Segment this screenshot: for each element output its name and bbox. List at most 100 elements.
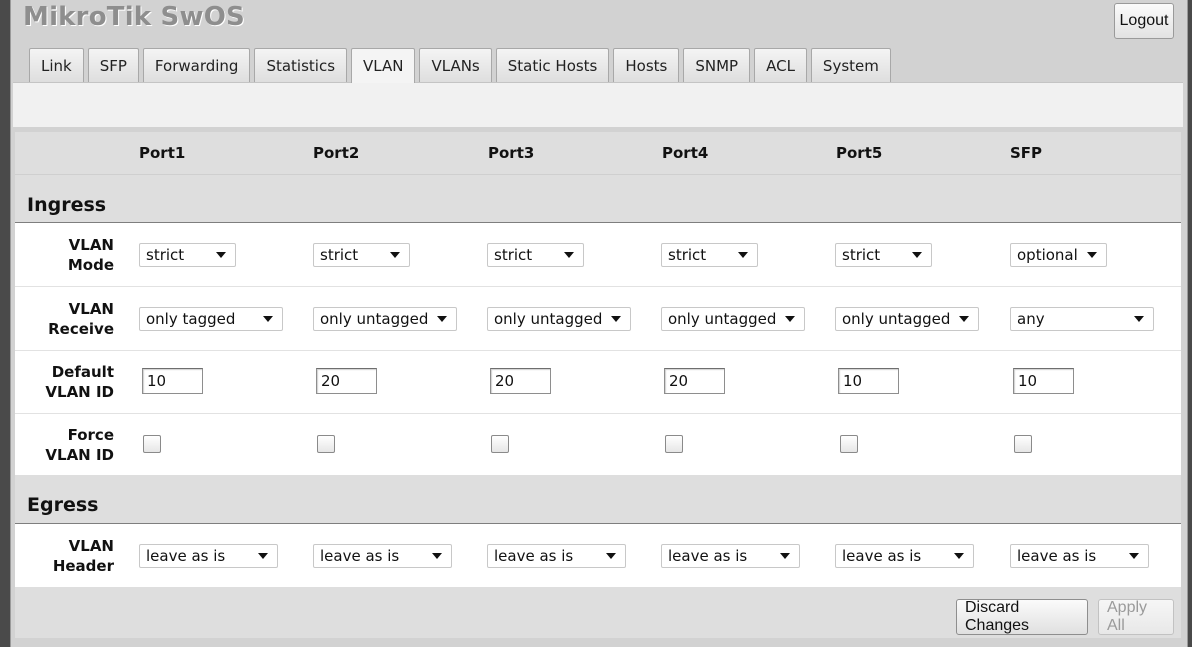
row-vlan-header: VLAN Header leave as is leave as is leav…	[15, 524, 1181, 587]
vlan-header-select-port4[interactable]: leave as is	[661, 544, 800, 568]
vlan-mode-label-line2: Mode	[67, 256, 114, 274]
default-vlan-id-label-line1: Default	[51, 363, 114, 381]
vlan-mode-label-line1: VLAN	[68, 236, 114, 254]
column-header-port5: Port5	[836, 144, 883, 162]
tab-statistics[interactable]: Statistics	[254, 48, 348, 82]
tab-link[interactable]: Link	[29, 48, 84, 82]
vlan-receive-value: only untagged	[842, 310, 951, 328]
force-vlan-id-checkbox-port4[interactable]	[665, 435, 683, 453]
vlan-receive-select-port2[interactable]: only untagged	[313, 307, 457, 331]
chevron-down-icon	[390, 252, 400, 258]
vlan-header-select-port1[interactable]: leave as is	[139, 544, 278, 568]
default-vlan-id-input-sfp[interactable]: 10	[1013, 368, 1074, 394]
vlan-header-label-line2: Header	[52, 557, 114, 575]
default-vlan-id-input-port4[interactable]: 20	[664, 368, 725, 394]
chevron-down-icon	[432, 553, 442, 559]
vlan-mode-select-port5[interactable]: strict	[835, 243, 932, 267]
vlan-receive-select-port4[interactable]: only untagged	[661, 307, 805, 331]
vlan-header-value: leave as is	[1017, 547, 1097, 565]
default-vlan-id-input-port1[interactable]: 10	[142, 368, 203, 394]
vlan-mode-value: strict	[320, 246, 359, 264]
vlan-header-label: VLAN Header	[4, 536, 114, 576]
toolbar-area	[13, 82, 1183, 127]
tab-sfp[interactable]: SFP	[87, 48, 139, 82]
vlan-header-select-port5[interactable]: leave as is	[835, 544, 974, 568]
chevron-down-icon	[954, 553, 964, 559]
chevron-down-icon	[1134, 316, 1144, 322]
vlan-header-label-line1: VLAN	[68, 537, 114, 555]
default-vlan-id-input-port3[interactable]: 20	[490, 368, 551, 394]
column-header-port1: Port1	[139, 144, 186, 162]
section-title-egress: Egress	[27, 494, 99, 516]
apply-all-button[interactable]: Apply All	[1098, 599, 1174, 635]
vlan-mode-select-port4[interactable]: strict	[661, 243, 758, 267]
default-vlan-id-input-port5[interactable]: 10	[838, 368, 899, 394]
vlan-receive-label-line2: Receive	[48, 320, 114, 338]
chevron-down-icon	[912, 252, 922, 258]
vlan-mode-select-sfp[interactable]: optional	[1010, 243, 1107, 267]
vlan-mode-select-port1[interactable]: strict	[139, 243, 236, 267]
vlan-mode-value: optional	[1017, 246, 1078, 264]
tab-snmp[interactable]: SNMP	[683, 48, 751, 82]
row-vlan-receive: VLAN Receive only tagged only untagged o…	[15, 287, 1181, 350]
force-vlan-id-label-line1: Force	[67, 426, 114, 444]
vlan-receive-label: VLAN Receive	[4, 299, 114, 339]
tab-forwarding[interactable]: Forwarding	[142, 48, 251, 82]
row-default-vlan-id: Default VLAN ID 10 20 20 20 10 10	[15, 351, 1181, 413]
swos-app: MikroTik SwOS Logout Link SFP Forwarding…	[10, 0, 1188, 647]
vlan-mode-select-port3[interactable]: strict	[487, 243, 584, 267]
chevron-down-icon	[437, 316, 447, 322]
vlan-mode-value: strict	[494, 246, 533, 264]
section-title-ingress: Ingress	[27, 194, 107, 216]
force-vlan-id-checkbox-port2[interactable]	[317, 435, 335, 453]
vlan-mode-label: VLAN Mode	[4, 235, 114, 275]
vlan-mode-value: strict	[146, 246, 185, 264]
vlan-receive-select-port5[interactable]: only untagged	[835, 307, 979, 331]
force-vlan-id-checkbox-sfp[interactable]	[1014, 435, 1032, 453]
logout-button[interactable]: Logout	[1114, 3, 1174, 39]
vlan-receive-select-port1[interactable]: only tagged	[139, 307, 283, 331]
vlan-mode-value: strict	[842, 246, 881, 264]
vlan-mode-value: strict	[668, 246, 707, 264]
vlan-header-value: leave as is	[494, 547, 574, 565]
chevron-down-icon	[738, 252, 748, 258]
tab-acl[interactable]: ACL	[754, 48, 807, 82]
vlan-header-value: leave as is	[146, 547, 226, 565]
vlan-header-value: leave as is	[668, 547, 748, 565]
default-vlan-id-label-line2: VLAN ID	[45, 383, 114, 401]
vlan-header-value: leave as is	[320, 547, 400, 565]
tab-vlan[interactable]: VLAN	[351, 48, 416, 83]
header-divider	[15, 174, 1181, 175]
column-header-sfp: SFP	[1010, 144, 1043, 162]
vlan-header-select-port2[interactable]: leave as is	[313, 544, 452, 568]
vlan-mode-select-port2[interactable]: strict	[313, 243, 410, 267]
chevron-down-icon	[564, 252, 574, 258]
force-vlan-id-checkbox-port1[interactable]	[143, 435, 161, 453]
chevron-down-icon	[785, 316, 795, 322]
default-vlan-id-input-port2[interactable]: 20	[316, 368, 377, 394]
column-header-port4: Port4	[662, 144, 709, 162]
row-force-vlan-id: Force VLAN ID	[15, 414, 1181, 475]
tab-bar: Link SFP Forwarding Statistics VLAN VLAN…	[29, 48, 895, 83]
vlan-header-select-sfp[interactable]: leave as is	[1010, 544, 1149, 568]
tab-hosts[interactable]: Hosts	[613, 48, 680, 82]
chevron-down-icon	[611, 316, 621, 322]
vlan-receive-value: only untagged	[320, 310, 429, 328]
chevron-down-icon	[959, 316, 969, 322]
tab-static-hosts[interactable]: Static Hosts	[495, 48, 610, 82]
vlan-receive-value: only tagged	[146, 310, 236, 328]
tab-vlans[interactable]: VLANs	[419, 48, 492, 82]
discard-changes-button[interactable]: Discard Changes	[956, 599, 1088, 635]
vlan-settings-panel: Port1 Port2 Port3 Port4 Port5 SFP Ingres…	[15, 132, 1181, 638]
app-title: MikroTik SwOS	[23, 2, 245, 32]
chevron-down-icon	[216, 252, 226, 258]
tab-system[interactable]: System	[810, 48, 891, 82]
vlan-header-select-port3[interactable]: leave as is	[487, 544, 626, 568]
force-vlan-id-checkbox-port5[interactable]	[840, 435, 858, 453]
chevron-down-icon	[780, 553, 790, 559]
vlan-receive-select-port3[interactable]: only untagged	[487, 307, 631, 331]
force-vlan-id-checkbox-port3[interactable]	[491, 435, 509, 453]
chevron-down-icon	[258, 553, 268, 559]
vlan-receive-select-sfp[interactable]: any	[1010, 307, 1154, 331]
default-vlan-id-label: Default VLAN ID	[4, 362, 114, 402]
